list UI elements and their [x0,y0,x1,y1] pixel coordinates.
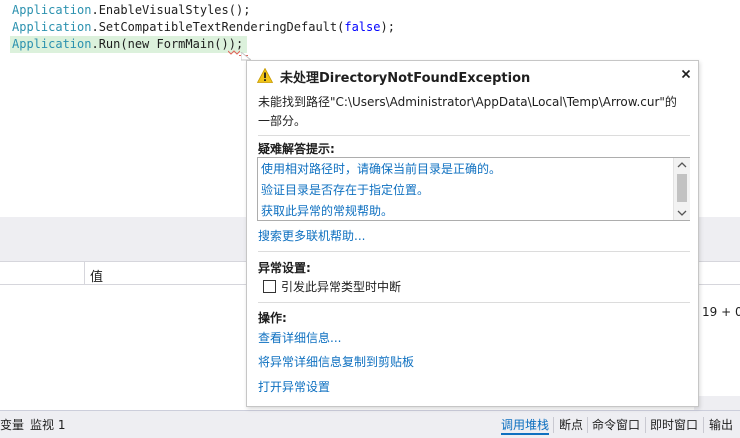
code-line-2[interactable]: Application.SetCompatibleTextRenderingDe… [12,19,395,36]
tab-separator [553,417,554,433]
code-class-name: Application [12,37,92,51]
horizontal-scrollbar[interactable] [694,396,740,410]
section-divider [258,135,690,136]
tab-watch-1[interactable]: 监视 1 [30,415,65,435]
tip-link-verify-directory[interactable]: 验证目录是否存在于指定位置。 [261,181,429,198]
tab-immediate-window[interactable]: 即时窗口 [650,415,698,435]
scroll-up-icon[interactable] [677,161,687,169]
tips-scrollbar[interactable] [673,158,690,220]
tab-breakpoints[interactable]: 断点 [559,415,583,435]
troubleshooting-title: 疑难解答提示: [258,142,335,156]
code-text: .EnableVisualStyles(); [91,3,251,17]
code-class-name: Application [12,3,92,17]
column-separator[interactable] [84,262,85,284]
tab-call-stack[interactable]: 调用堆栈 [501,415,550,435]
copy-details-link[interactable]: 将异常详细信息复制到剪贴板 [258,353,414,370]
exception-settings-title: 异常设置: [258,261,311,275]
column-header-value[interactable]: 值 [90,266,103,285]
code-class-name: Application [12,20,92,34]
tab-separator [703,417,704,433]
troubleshooting-tips-list: 使用相对路径时，请确保当前目录是正确的。 验证目录是否存在于指定位置。 获取此异… [257,157,690,221]
tab-output[interactable]: 输出 [709,415,733,435]
close-icon[interactable] [679,67,693,81]
section-divider [258,302,690,303]
tab-separator [587,417,588,433]
open-exception-settings-link[interactable]: 打开异常设置 [258,378,330,395]
tip-link-general-help[interactable]: 获取此异常的常规帮助。 [261,202,393,219]
code-keyword: false [344,20,381,34]
code-text: .SetCompatibleTextRenderingDefault( [91,20,345,34]
code-line-1[interactable]: Application.EnableVisualStyles(); [12,2,250,19]
tip-link-relative-path[interactable]: 使用相对路径时，请确保当前目录是正确的。 [261,160,501,177]
tab-locals[interactable]: 变量 [0,415,24,435]
search-online-help-link[interactable]: 搜索更多联机帮助... [258,227,365,244]
code-text: ); [380,20,395,34]
tab-command-window[interactable]: 命令窗口 [592,415,640,435]
warning-icon [257,68,273,83]
code-text: .Run(new FormMain()); [91,37,244,51]
section-divider [258,251,690,252]
scroll-down-icon[interactable] [677,209,687,217]
view-details-link[interactable]: 查看详细信息... [258,329,341,346]
tab-separator [645,417,646,433]
scroll-thumb[interactable] [677,174,687,202]
exception-helper-popup: 未处理DirectoryNotFoundException 未能找到路径"C:\… [246,60,699,407]
break-on-exception-label[interactable]: 引发此异常类型时中断 [281,278,401,295]
actions-title: 操作: [258,311,287,325]
code-line-3-current[interactable]: Application.Run(new FormMain()); [10,36,248,53]
exception-message: 未能找到路径"C:\Users\Administrator\AppData\Lo… [258,95,677,128]
break-on-exception-checkbox[interactable] [263,280,276,293]
bottom-tab-bar: 变量 监视 1 调用堆栈 断点 命令窗口 即时窗口 输出 [0,410,740,438]
exception-title: 未处理DirectoryNotFoundException [280,71,531,86]
call-stack-entry[interactable]: f 19 + 0x [694,305,740,319]
